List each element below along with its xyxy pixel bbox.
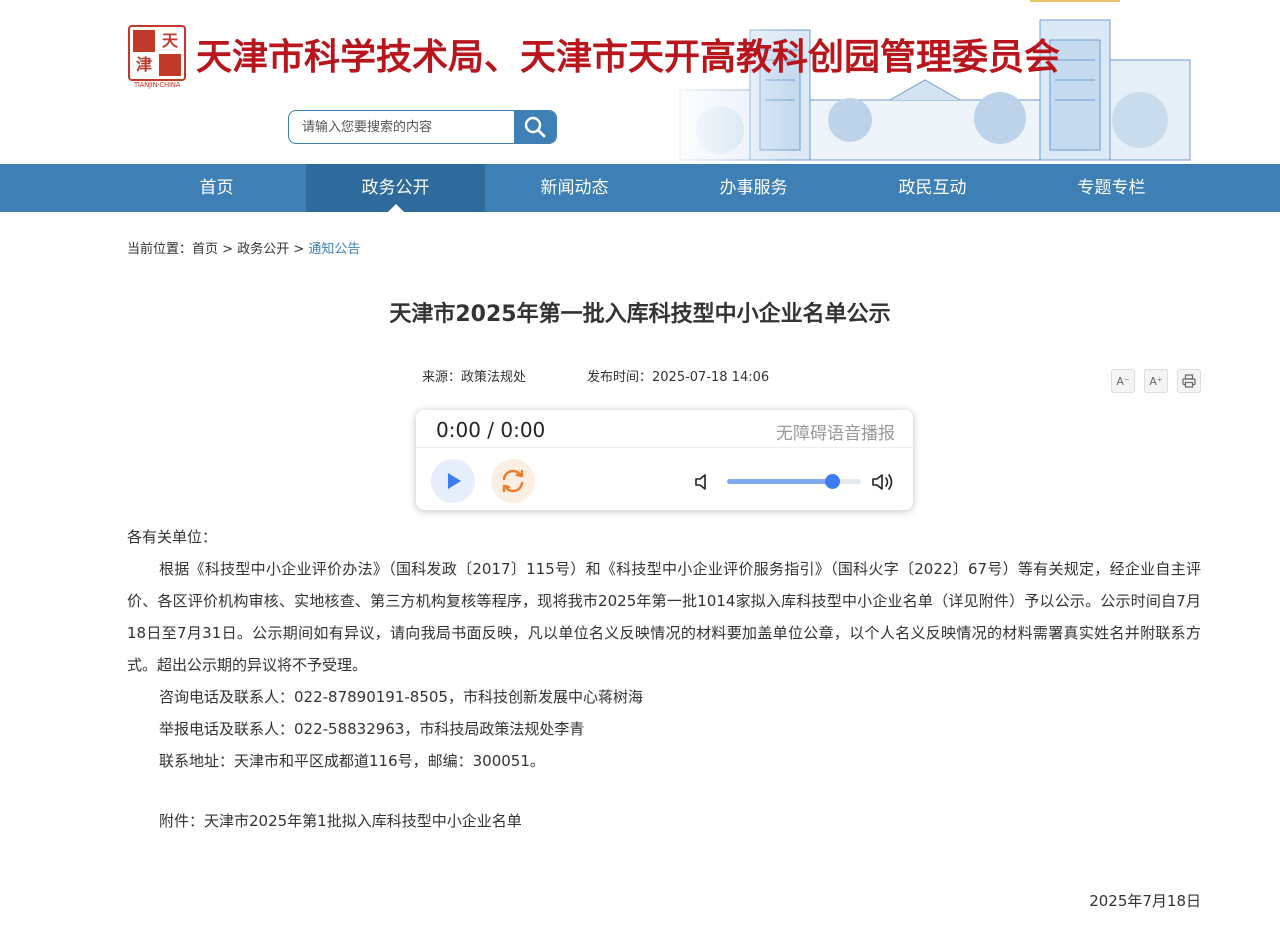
search-box — [288, 110, 557, 144]
play-button[interactable] — [431, 459, 475, 503]
audio-player: 0:00 / 0:00 无障碍语音播报 — [416, 410, 913, 510]
volume-fill — [727, 479, 832, 484]
attachment-link[interactable]: 附件：天津市2025年第1批拟入库科技型中小企业名单 — [127, 805, 1201, 837]
svg-text:天: 天 — [162, 31, 179, 50]
nav-item-gov-affairs[interactable]: 政务公开 — [306, 164, 485, 212]
breadcrumb-section-link[interactable]: 政务公开 — [237, 242, 289, 257]
print-button[interactable] — [1177, 369, 1201, 393]
tianjin-logo: 天 津 TIANJIN·CHINA — [127, 24, 187, 92]
volume-mute-icon[interactable] — [694, 472, 712, 496]
breadcrumb-separator: > — [218, 242, 238, 257]
accessibility-audio-label: 无障碍语音播报 — [776, 424, 895, 444]
breadcrumb-current-link[interactable]: 通知公告 — [308, 242, 360, 257]
font-decrease-button[interactable]: A⁻ — [1111, 369, 1135, 393]
site-header: 天 津 TIANJIN·CHINA 天津市科学技术局、天津市天开高教科创园管理委… — [0, 0, 1280, 164]
nav-item-topics[interactable]: 专题专栏 — [1022, 164, 1201, 212]
nav-item-home[interactable]: 首页 — [127, 164, 306, 212]
search-input[interactable] — [289, 111, 515, 143]
nav-item-services[interactable]: 办事服务 — [664, 164, 843, 212]
logo-caption: TIANJIN·CHINA — [133, 81, 181, 89]
breadcrumb-prefix: 当前位置： — [127, 242, 193, 257]
replay-button[interactable] — [491, 459, 535, 503]
salutation: 各有关单位： — [127, 528, 218, 546]
nav-label: 政务公开 — [361, 178, 430, 198]
player-divider — [416, 447, 913, 448]
nav-label: 政民互动 — [898, 178, 967, 198]
nav-label: 首页 — [199, 178, 234, 198]
refresh-icon — [502, 469, 524, 493]
building-illustration — [660, 0, 1200, 164]
volume-slider-handle[interactable] — [824, 474, 840, 489]
search-button[interactable] — [514, 111, 556, 143]
article-paragraph: 根据《科技型中小企业评价办法》（国科发政〔2017〕115号）和《科技型中小企业… — [127, 560, 1201, 674]
article-title: 天津市2025年第一批入库科技型中小企业名单公示 — [389, 302, 891, 327]
volume-slider[interactable] — [727, 474, 861, 489]
player-time: 0:00 / 0:00 — [436, 418, 546, 442]
play-icon — [448, 473, 461, 489]
breadcrumb: 当前位置：首页 > 政务公开 > 通知公告 — [127, 238, 360, 257]
article-publish-time: 发布时间：2025-07-18 14:06 — [587, 370, 770, 385]
printer-icon — [1182, 374, 1196, 388]
nav-label: 办事服务 — [719, 178, 788, 198]
search-icon — [524, 116, 546, 138]
site-title: 天津市科学技术局、天津市天开高教科创园管理委员会 — [196, 36, 1061, 78]
nav-item-interaction[interactable]: 政民互动 — [843, 164, 1022, 212]
breadcrumb-home-link[interactable]: 首页 — [192, 242, 218, 257]
article-source: 来源：政策法规处 — [422, 370, 527, 385]
nav-item-news[interactable]: 新闻动态 — [485, 164, 664, 212]
active-caret-icon — [387, 204, 404, 212]
consult-contact: 咨询电话及联系人：022-87890191-8505，市科技创新发展中心蒋树海 — [159, 688, 643, 706]
article-body: 各有关单位： 根据《科技型中小企业评价办法》（国科发政〔2017〕115号）和《… — [127, 521, 1201, 837]
contact-address: 联系地址：天津市和平区成都道116号，邮编：300051。 — [159, 752, 545, 770]
nav-label: 专题专栏 — [1077, 178, 1146, 198]
volume-up-icon[interactable] — [871, 471, 897, 497]
svg-text:津: 津 — [136, 55, 152, 74]
font-increase-button[interactable]: A⁺ — [1144, 369, 1168, 393]
report-contact: 举报电话及联系人：022-58832963，市科技局政策法规处李青 — [159, 720, 585, 738]
breadcrumb-separator: > — [289, 242, 309, 257]
article-date: 2025年7月18日 — [1089, 892, 1201, 910]
nav-label: 新闻动态 — [540, 178, 609, 198]
article-tools: A⁻ A⁺ — [1111, 369, 1201, 393]
main-nav: 首页 政务公开 新闻动态 办事服务 政民互动 专题专栏 — [0, 164, 1280, 212]
